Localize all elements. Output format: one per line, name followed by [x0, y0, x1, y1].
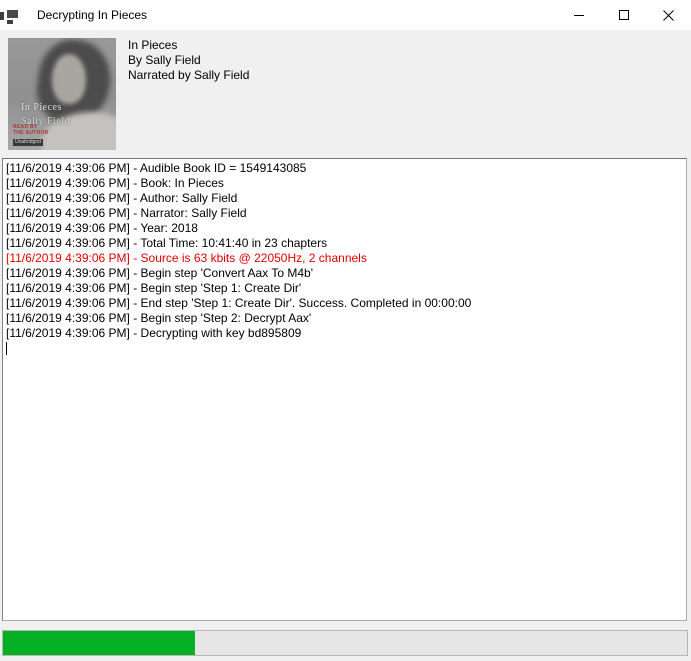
log-line: [11/6/2019 4:39:06 PM] - Source is 63 kb… [6, 251, 683, 266]
close-button[interactable] [646, 0, 691, 30]
app-icon[interactable] [0, 6, 18, 24]
app-window: Decrypting In Pieces In Pieces Sally Fie… [0, 0, 691, 661]
log-line: [11/6/2019 4:39:06 PM] - Author: Sally F… [6, 191, 683, 206]
minimize-icon [574, 15, 584, 16]
book-cover-art: In Pieces Sally Field READ BY THE AUTHOR… [8, 38, 116, 150]
caption-buttons [556, 0, 691, 30]
log-line: [11/6/2019 4:39:06 PM] - Book: In Pieces [6, 176, 683, 191]
log-line: [11/6/2019 4:39:06 PM] - Begin step 'Ste… [6, 311, 683, 326]
minimize-button[interactable] [556, 0, 601, 30]
title-bar[interactable]: Decrypting In Pieces [0, 0, 691, 30]
book-narrator: Narrated by Sally Field [128, 68, 249, 83]
cover-portrait-face [52, 54, 86, 104]
log-line: [11/6/2019 4:39:06 PM] - Audible Book ID… [6, 161, 683, 176]
progress-fill [3, 631, 195, 655]
app-icon-square [7, 10, 18, 18]
maximize-icon [619, 10, 629, 20]
caret-line [6, 341, 683, 356]
log-line: [11/6/2019 4:39:06 PM] - Narrator: Sally… [6, 206, 683, 221]
close-icon [663, 10, 674, 21]
app-icon-square [0, 12, 4, 20]
book-author: By Sally Field [128, 53, 249, 68]
maximize-button[interactable] [601, 0, 646, 30]
window-title: Decrypting In Pieces [37, 8, 147, 22]
log-line: [11/6/2019 4:39:06 PM] - Year: 2018 [6, 221, 683, 236]
log-line: [11/6/2019 4:39:06 PM] - Total Time: 10:… [6, 236, 683, 251]
book-title: In Pieces [128, 38, 249, 53]
book-meta: In Pieces By Sally Field Narrated by Sal… [128, 38, 249, 83]
cover-title-text: In Pieces [21, 102, 62, 113]
log-line: [11/6/2019 4:39:06 PM] - End step 'Step … [6, 296, 683, 311]
log-line: [11/6/2019 4:39:06 PM] - Begin step 'Ste… [6, 281, 683, 296]
app-icon-square [7, 20, 13, 24]
progress-bar [2, 630, 688, 656]
log-line: [11/6/2019 4:39:06 PM] - Decrypting with… [6, 326, 683, 341]
cover-edition-badge: Unabridged [13, 139, 43, 146]
log-line: [11/6/2019 4:39:06 PM] - Begin step 'Con… [6, 266, 683, 281]
text-caret [6, 342, 7, 355]
log-textbox[interactable]: [11/6/2019 4:39:06 PM] - Audible Book ID… [2, 158, 687, 621]
cover-read-by-badge: READ BY THE AUTHOR [13, 124, 49, 136]
